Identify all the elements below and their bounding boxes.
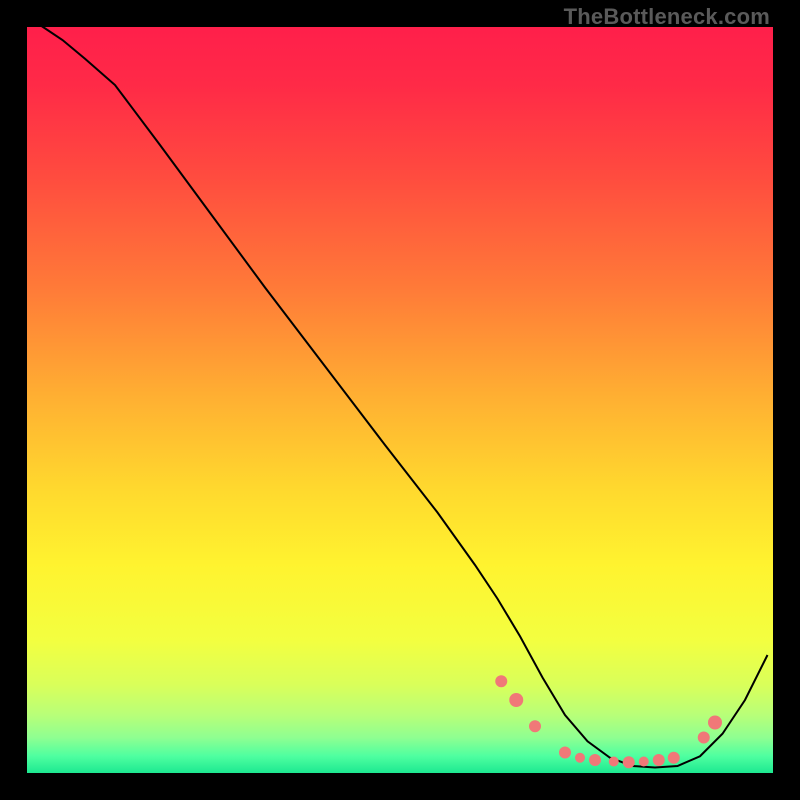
highlight-dot xyxy=(575,753,585,763)
highlight-dot xyxy=(495,675,507,687)
highlight-dot xyxy=(623,756,635,768)
highlight-dot xyxy=(653,754,665,766)
chart-frame xyxy=(25,25,775,775)
highlight-dots xyxy=(495,675,722,768)
highlight-dot xyxy=(589,754,601,766)
chart-svg xyxy=(25,25,775,775)
highlight-dot xyxy=(559,747,571,759)
highlight-dot xyxy=(708,716,722,730)
highlight-dot xyxy=(609,756,619,766)
highlight-dot xyxy=(529,720,541,732)
highlight-dot xyxy=(509,693,523,707)
bottleneck-curve xyxy=(40,25,768,768)
highlight-dot xyxy=(639,756,649,766)
highlight-dot xyxy=(668,752,680,764)
highlight-dot xyxy=(698,732,710,744)
